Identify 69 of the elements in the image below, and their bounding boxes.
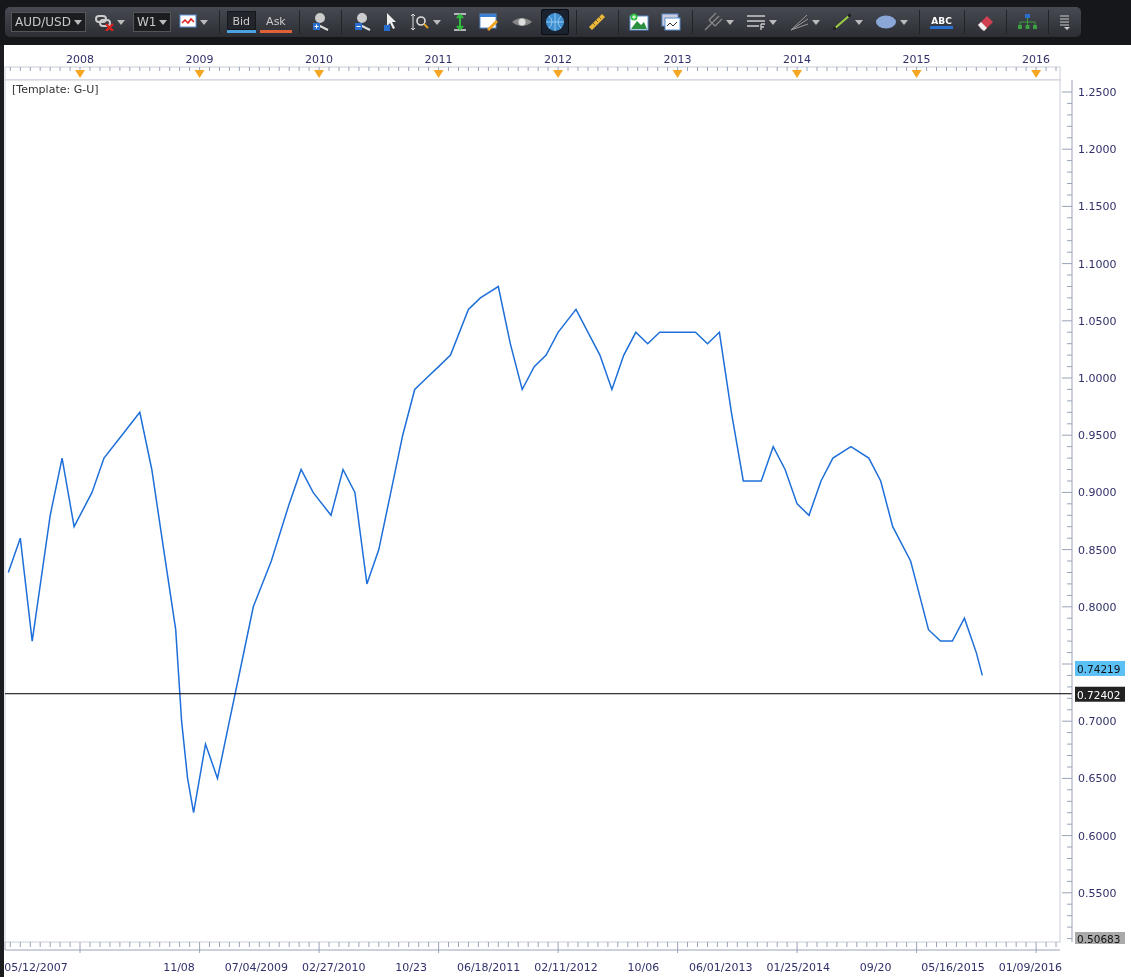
- year-label: 2013: [663, 53, 692, 66]
- ellipse-icon[interactable]: [875, 14, 898, 30]
- price-label: 1.1500: [1078, 200, 1117, 214]
- price-tab[interactable]: Ask: [260, 11, 292, 33]
- year-label: 2008: [66, 53, 95, 66]
- price-label: 0.8500: [1078, 543, 1117, 557]
- date-label: 01/09/2016: [998, 961, 1063, 974]
- caret-icon: [159, 19, 168, 25]
- caret-icon[interactable]: [116, 19, 125, 25]
- price-label: 0.5500: [1078, 886, 1117, 900]
- price-label: 1.2000: [1078, 143, 1117, 157]
- caret-icon[interactable]: [769, 19, 778, 25]
- magnifier-icon[interactable]: [409, 12, 430, 32]
- price-label: 1.1000: [1078, 257, 1117, 271]
- price-tab[interactable]: Bid: [226, 11, 257, 33]
- caret-icon[interactable]: [726, 19, 735, 25]
- price-label: 0.8000: [1078, 600, 1117, 614]
- price-label: 0.9500: [1078, 429, 1117, 443]
- year-label: 2016: [1022, 53, 1051, 66]
- caret-icon: [73, 19, 82, 25]
- pitchfork-icon[interactable]: [703, 12, 724, 32]
- year-label: 2011: [424, 53, 453, 66]
- timeframe-select[interactable]: W1: [132, 12, 172, 32]
- date-label: 07/04/2009: [224, 961, 289, 974]
- date-label: 06/01/2013: [689, 961, 753, 974]
- caret-icon[interactable]: [200, 19, 209, 25]
- trend-line-icon[interactable]: [832, 13, 853, 31]
- date-label: 02/27/2010: [302, 961, 366, 974]
- fan-lines-icon[interactable]: [789, 13, 810, 31]
- vertical-arrow-icon[interactable]: [452, 12, 467, 32]
- date-label: 10/23: [395, 961, 428, 974]
- price-label: 0.6500: [1078, 772, 1117, 786]
- horizontal-lines-icon[interactable]: [746, 13, 767, 31]
- image-icon[interactable]: [629, 13, 650, 31]
- date-label: 06/18/2011: [456, 961, 521, 974]
- date-label: 11/08: [163, 961, 195, 974]
- year-label: 2015: [902, 53, 931, 66]
- overflow-menu-icon[interactable]: [1059, 14, 1072, 30]
- date-label: 09/20: [859, 961, 892, 974]
- date-label: 01/25/2014: [766, 961, 830, 974]
- year-label: 2009: [185, 53, 214, 66]
- price-label: 1.2500: [1078, 86, 1117, 99]
- price-label: 1.0500: [1078, 314, 1117, 328]
- cursor-icon[interactable]: [383, 12, 398, 32]
- caret-icon[interactable]: [812, 19, 821, 25]
- caret-icon[interactable]: [855, 19, 864, 25]
- price-label: 0.6000: [1078, 829, 1117, 843]
- text-tool[interactable]: ABC: [930, 15, 953, 29]
- year-label: 2014: [783, 53, 812, 66]
- date-label: 05/16/2015: [921, 961, 985, 974]
- caret-icon[interactable]: [900, 19, 909, 25]
- price-label: 0.9000: [1078, 486, 1117, 500]
- edit-window-icon[interactable]: [478, 12, 499, 32]
- year-label: 2010: [305, 53, 334, 66]
- template-label: [Template: G-U]: [12, 83, 99, 96]
- price-label: 0.7000: [1078, 715, 1117, 729]
- unlink-icon[interactable]: [93, 13, 114, 31]
- hierarchy-icon[interactable]: [1016, 13, 1037, 31]
- caret-icon[interactable]: [432, 19, 441, 25]
- ruler-icon[interactable]: [587, 12, 608, 32]
- windows-icon[interactable]: [661, 13, 682, 31]
- year-label: 2012: [544, 53, 573, 66]
- price-label: 1.0000: [1078, 372, 1117, 385]
- chart-icon[interactable]: [179, 14, 198, 30]
- date-label: 05/12/2007: [4, 961, 68, 974]
- axis-minimum-tag: 0.50683: [1075, 932, 1125, 945]
- symbol-select[interactable]: AUD/USD: [11, 12, 86, 32]
- date-label: 02/11/2012: [534, 961, 598, 974]
- date-label: 10/06: [627, 961, 660, 974]
